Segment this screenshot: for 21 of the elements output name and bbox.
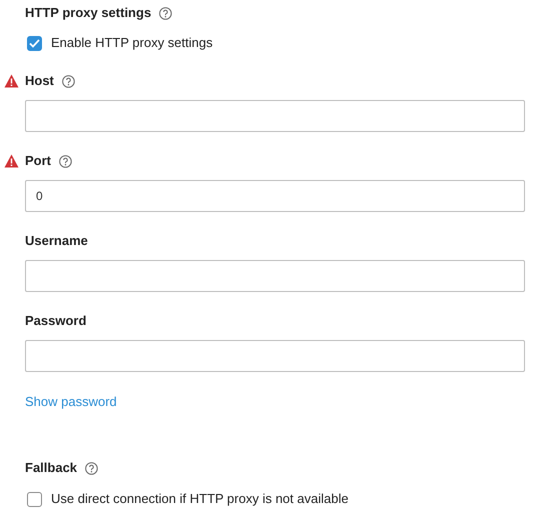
help-icon[interactable] <box>159 6 172 20</box>
checkbox[interactable] <box>27 492 42 506</box>
section-title: HTTP proxy settings <box>25 4 152 22</box>
checkbox-label: Use direct connection if HTTP proxy is not available <box>51 490 348 508</box>
section-title: Fallback <box>25 459 78 478</box>
input-field[interactable]: 0 <box>25 180 525 212</box>
input-field[interactable] <box>25 260 525 292</box>
show-password-link[interactable]: Show password <box>25 392 117 412</box>
field-label: Port <box>25 152 51 170</box>
field-label: Password <box>25 312 86 330</box>
help-icon[interactable] <box>62 74 75 88</box>
field-label: Host <box>25 72 54 90</box>
warning-icon <box>4 154 19 168</box>
help-icon[interactable] <box>59 154 72 168</box>
help-icon[interactable] <box>85 462 98 474</box>
field-label: Username <box>25 232 88 250</box>
input-field[interactable] <box>25 340 525 372</box>
checkbox[interactable] <box>27 36 42 50</box>
input-field[interactable] <box>25 100 525 132</box>
checkbox-label: Enable HTTP proxy settings <box>51 34 213 52</box>
warning-icon <box>4 74 19 88</box>
